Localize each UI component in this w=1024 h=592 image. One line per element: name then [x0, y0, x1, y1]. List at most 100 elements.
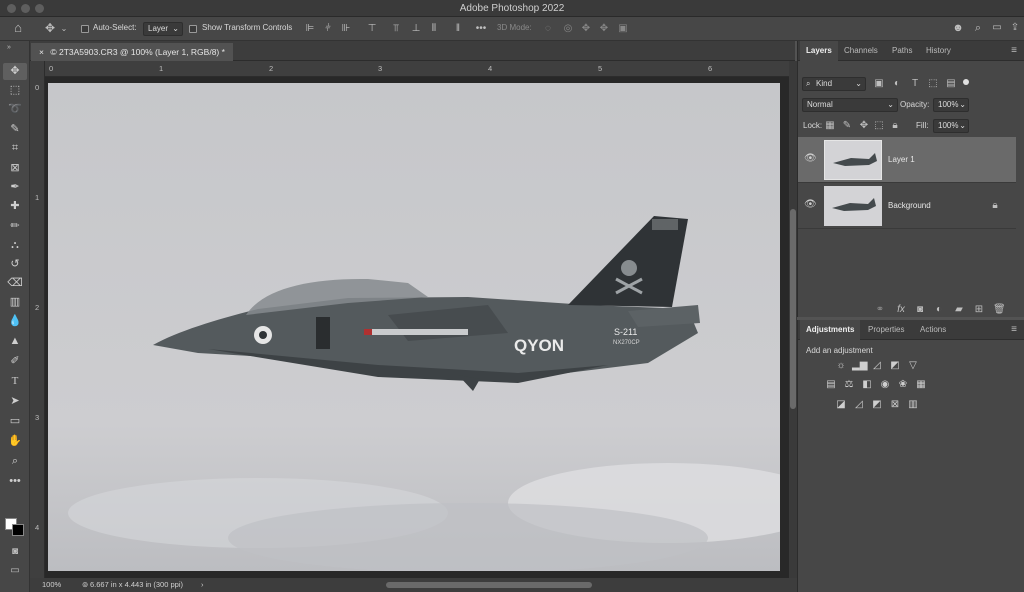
- selective-color-icon[interactable]: ⊠: [888, 399, 902, 411]
- invert-icon[interactable]: ◪: [834, 399, 848, 411]
- layer-row-layer1[interactable]: 👁︎ Layer 1: [798, 137, 1016, 183]
- align-right-icon[interactable]: ⊪: [340, 23, 352, 35]
- horizontal-scroll-thumb[interactable]: [386, 582, 592, 588]
- lock-image-icon[interactable]: ✎: [842, 120, 852, 132]
- tool-preset-chevron-icon[interactable]: ⌄: [60, 23, 68, 35]
- filter-smart-icon[interactable]: ▤: [945, 78, 957, 90]
- screen-mode-icon[interactable]: ▭: [8, 565, 22, 577]
- eraser-tool-icon[interactable]: ⌫: [3, 275, 27, 292]
- tab-channels[interactable]: Channels: [838, 41, 884, 61]
- history-brush-icon[interactable]: ↺: [3, 256, 27, 273]
- share-icon[interactable]: ⇪: [1009, 22, 1021, 34]
- layer-style-icon[interactable]: fx: [894, 304, 908, 316]
- blur-tool-icon[interactable]: 💧: [3, 313, 27, 330]
- filter-adjustment-icon[interactable]: ◐: [891, 78, 903, 90]
- posterize-icon[interactable]: ◿: [852, 399, 866, 411]
- align-center-h-icon[interactable]: ⫩: [322, 23, 334, 35]
- channel-mixer-icon[interactable]: ❀: [896, 379, 910, 391]
- color-balance-icon[interactable]: ⚖: [842, 379, 856, 391]
- lasso-tool-icon[interactable]: ➰: [3, 101, 27, 118]
- tab-adjustments[interactable]: Adjustments: [800, 320, 861, 340]
- vibrance-icon[interactable]: ▽: [906, 360, 920, 372]
- align-middle-icon[interactable]: ⫪: [390, 23, 402, 35]
- vertical-ruler[interactable]: 0 1 2 3 4: [30, 61, 45, 578]
- user-avatar-icon[interactable]: ☻: [951, 22, 965, 34]
- horizontal-ruler[interactable]: 0 1 2 3 4 5 6: [45, 61, 789, 77]
- 3d-roll-icon[interactable]: ◎: [562, 23, 574, 35]
- vertical-scroll-thumb[interactable]: [790, 209, 796, 409]
- clone-stamp-icon[interactable]: ⛬: [3, 237, 27, 254]
- distribute-icon[interactable]: ⦀: [428, 23, 440, 35]
- marquee-tool-icon[interactable]: ⬚: [3, 82, 27, 99]
- panel-menu-icon[interactable]: ≡: [1008, 324, 1020, 336]
- 3d-camera-icon[interactable]: ▣: [616, 23, 630, 35]
- threshold-icon[interactable]: ◩: [870, 399, 884, 411]
- 3d-pan-icon[interactable]: ✥: [580, 23, 592, 35]
- type-tool-icon[interactable]: T: [3, 373, 27, 390]
- eyedropper-tool-icon[interactable]: ✒: [3, 179, 27, 196]
- fill-field[interactable]: 100% ⌄: [933, 119, 969, 133]
- edit-toolbar-icon[interactable]: •••: [3, 473, 27, 490]
- move-tool-icon[interactable]: ✥: [42, 22, 58, 34]
- link-layers-icon[interactable]: ⚭: [874, 304, 886, 316]
- panel-menu-icon[interactable]: ≡: [1008, 45, 1020, 57]
- visibility-eye-icon[interactable]: 👁︎: [804, 199, 817, 210]
- path-select-icon[interactable]: ➤: [3, 393, 27, 410]
- crop-tool-icon[interactable]: ⌗: [3, 140, 27, 157]
- collapse-panel-icon[interactable]: »: [4, 42, 14, 54]
- tab-properties[interactable]: Properties: [862, 320, 910, 340]
- tab-actions[interactable]: Actions: [914, 320, 952, 340]
- pen-tool-icon[interactable]: ✐: [3, 353, 27, 370]
- exposure-icon[interactable]: ◩: [888, 360, 902, 372]
- lock-transparent-icon[interactable]: ▦: [825, 120, 835, 132]
- status-menu-chevron[interactable]: ›: [201, 578, 204, 592]
- filter-shape-icon[interactable]: ⬚: [927, 78, 939, 90]
- search-icon[interactable]: ⌕: [972, 22, 984, 34]
- brush-tool-icon[interactable]: ✏: [3, 218, 27, 235]
- levels-icon[interactable]: ▂▆: [852, 360, 867, 372]
- black-white-icon[interactable]: ◧: [860, 379, 874, 391]
- auto-select-checkbox[interactable]: [81, 25, 89, 33]
- 3d-slide-icon[interactable]: ✥: [598, 23, 610, 35]
- tab-history[interactable]: History: [920, 41, 957, 61]
- show-transform-checkbox[interactable]: [189, 25, 197, 33]
- lock-artboard-icon[interactable]: ⬚: [874, 120, 884, 132]
- color-lookup-icon[interactable]: ▦: [914, 379, 928, 391]
- 3d-orbit-icon[interactable]: ◌: [542, 23, 554, 35]
- new-group-icon[interactable]: ▰: [953, 304, 965, 316]
- tab-layers[interactable]: Layers: [800, 41, 838, 61]
- quick-mask-icon[interactable]: ◙: [8, 546, 22, 558]
- kind-filter-dropdown[interactable]: ⌕ Kind ⌄: [802, 77, 866, 91]
- lock-position-icon[interactable]: ✥: [859, 120, 869, 132]
- photo-filter-icon[interactable]: ◉: [878, 379, 892, 391]
- filter-pixel-icon[interactable]: ▣: [873, 78, 885, 90]
- healing-brush-icon[interactable]: ✚: [3, 198, 27, 215]
- hand-tool-icon[interactable]: ✋: [3, 433, 27, 450]
- home-icon[interactable]: ⌂: [9, 21, 27, 34]
- opacity-field[interactable]: 100% ⌄: [933, 98, 969, 112]
- frame-tool-icon[interactable]: ⊠: [3, 160, 27, 177]
- filter-toggle-icon[interactable]: [963, 79, 969, 85]
- delete-layer-icon[interactable]: 🗑︎: [993, 304, 1006, 316]
- canvas-area[interactable]: QYON S-211 NX270CP Q2: [45, 77, 789, 578]
- more-options-icon[interactable]: •••: [474, 23, 488, 35]
- dodge-tool-icon[interactable]: ▲: [3, 333, 27, 350]
- gradient-tool-icon[interactable]: ▥: [3, 294, 27, 311]
- brightness-icon[interactable]: ☼: [834, 360, 848, 372]
- gradient-map-icon[interactable]: ▥: [906, 399, 920, 411]
- add-mask-icon[interactable]: ◙: [914, 304, 926, 316]
- quick-select-tool-icon[interactable]: ✎: [3, 121, 27, 138]
- vertical-scrollbar[interactable]: [789, 61, 797, 578]
- hue-saturation-icon[interactable]: ▤: [824, 379, 838, 391]
- new-adjustment-icon[interactable]: ◐: [933, 304, 945, 316]
- move-tool-icon[interactable]: ✥: [3, 63, 27, 80]
- align-bottom-icon[interactable]: ⊥: [410, 23, 422, 35]
- tab-paths[interactable]: Paths: [886, 41, 918, 61]
- background-color-swatch[interactable]: [12, 524, 24, 536]
- document-canvas[interactable]: QYON S-211 NX270CP Q2: [48, 83, 780, 571]
- zoom-tool-icon[interactable]: ⌕: [3, 453, 27, 470]
- document-tab[interactable]: × © 2T3A5903.CR3 @ 100% (Layer 1, RGB/8)…: [31, 43, 233, 61]
- workspace-icon[interactable]: ▭: [991, 22, 1003, 34]
- filter-type-icon[interactable]: T: [909, 78, 921, 90]
- align-left-icon[interactable]: ⊫: [304, 23, 316, 35]
